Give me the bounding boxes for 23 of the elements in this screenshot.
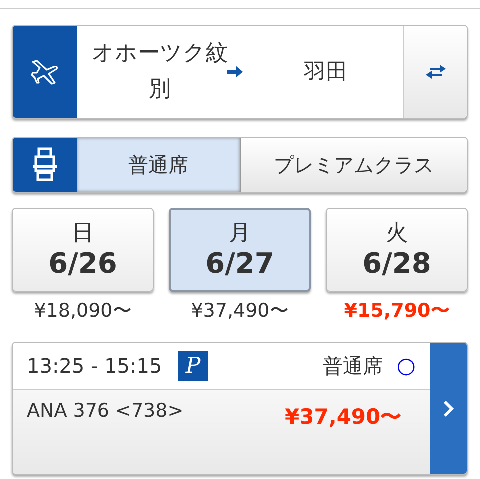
seat-class-label: 普通席 — [322, 352, 383, 380]
lowest-fare: ¥37,490〜 — [191, 299, 289, 324]
fare-price: ¥37,490〜 — [285, 404, 403, 431]
lowest-fare: ¥15,790〜 — [344, 299, 450, 324]
arrival-airport[interactable]: 羽田 — [249, 57, 403, 87]
seat-class-tab[interactable]: プレミアムクラス — [241, 138, 467, 192]
flight-card[interactable]: 13:25 - 15:15 P 普通席 ○ ANA 376 <738> ¥37,490〜 — [12, 342, 468, 475]
seat-class-tab[interactable]: 普通席 — [77, 138, 241, 192]
date-label: 6/27 — [206, 248, 274, 280]
weekday-label: 火 — [386, 220, 408, 248]
weekday-label: 月 — [229, 220, 251, 248]
departure-airport[interactable]: オホーツク紋別 — [85, 36, 235, 108]
flight-time: 13:25 - 15:15 — [27, 354, 162, 378]
date-button[interactable]: 月 6/27 — [169, 208, 311, 292]
flight-number: ANA 376 <738> — [27, 400, 185, 424]
date-label: 6/28 — [362, 248, 432, 280]
availability-mark: ○ — [396, 354, 416, 378]
weekday-label: 日 — [72, 220, 94, 248]
date-button[interactable]: 日 6/26 — [12, 208, 154, 292]
lowest-fare: ¥18,090〜 — [34, 299, 132, 324]
date-button[interactable]: 火 6/28 — [326, 208, 468, 292]
date-label: 6/26 — [48, 248, 118, 280]
premium-logo: P — [178, 351, 208, 381]
